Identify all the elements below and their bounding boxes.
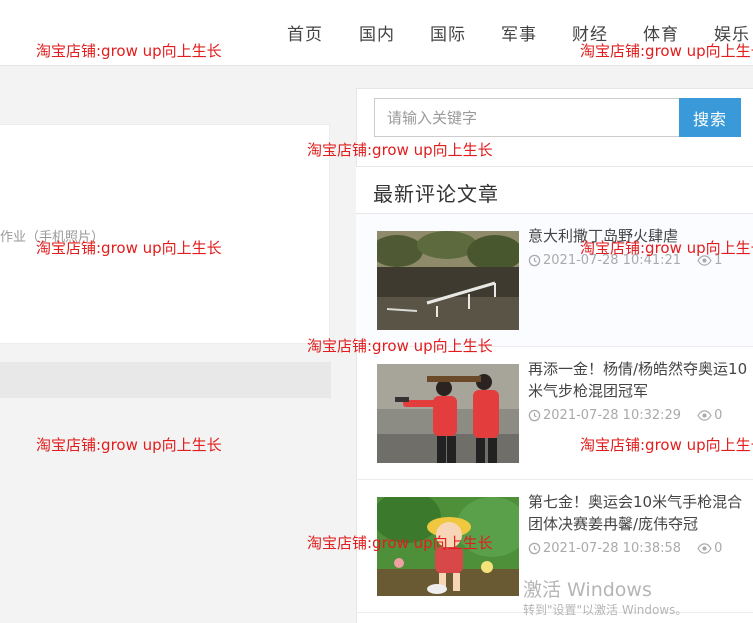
watermark-text: 淘宝店铺:grow up向上生长	[36, 42, 222, 60]
article-views: 0	[714, 541, 723, 556]
nav-item-domestic[interactable]: 国内	[359, 20, 395, 45]
section-title: 最新评论文章	[373, 182, 499, 206]
nav-item-international[interactable]: 国际	[430, 20, 466, 45]
article-meta: 2021-07-28 10:32:29 0	[528, 408, 722, 423]
watermark-text: 淘宝店铺:grow up向上生长	[36, 239, 222, 257]
article-views: 0	[714, 408, 723, 423]
content-band	[0, 362, 331, 398]
article-item[interactable]: 再添一金！杨倩/杨皓然夺奥运10米气步枪混团冠军 2021-07-28 10:3…	[356, 347, 753, 480]
search-button[interactable]: 搜索	[679, 98, 741, 137]
clock-icon	[528, 542, 541, 555]
windows-activate-subtitle: 转到"设置"以激活 Windows。	[523, 603, 688, 617]
watermark-text: 淘宝店铺:grow up向上生长	[580, 42, 753, 60]
watermark-text: 淘宝店铺:grow up向上生长	[580, 436, 753, 454]
article-date: 2021-07-28 10:32:29	[543, 408, 682, 423]
watermark-text: 淘宝店铺:grow up向上生长	[307, 337, 493, 355]
search-input[interactable]	[374, 98, 680, 137]
nav-item-home[interactable]: 首页	[287, 20, 323, 45]
clock-icon	[528, 254, 541, 267]
watermark-text: 淘宝店铺:grow up向上生长	[580, 239, 753, 257]
article-item[interactable]: 意大利撒丁岛野火肆虐 2021-07-28 10:41:21 1	[356, 214, 753, 347]
article-title[interactable]: 第七金！奥运会10米气手枪混合团体决赛姜冉馨/庞伟夺冠	[528, 491, 753, 535]
watermark-text: 淘宝店铺:grow up向上生长	[307, 141, 493, 159]
clock-icon	[528, 409, 541, 422]
article-meta: 2021-07-28 10:38:58 0	[528, 541, 722, 556]
eye-icon	[697, 543, 712, 554]
eye-icon	[697, 410, 712, 421]
windows-activate-title: 激活 Windows	[523, 579, 652, 601]
watermark-text: 淘宝店铺:grow up向上生长	[307, 534, 493, 552]
watermark-text: 淘宝店铺:grow up向上生长	[36, 436, 222, 454]
article-thumbnail[interactable]	[377, 231, 519, 330]
nav-item-military[interactable]: 军事	[501, 20, 537, 45]
article-title[interactable]: 再添一金！杨倩/杨皓然夺奥运10米气步枪混团冠军	[528, 358, 753, 402]
content-card: 作业（手机照片）	[0, 124, 330, 344]
article-thumbnail[interactable]	[377, 364, 519, 463]
article-date: 2021-07-28 10:38:58	[543, 541, 682, 556]
